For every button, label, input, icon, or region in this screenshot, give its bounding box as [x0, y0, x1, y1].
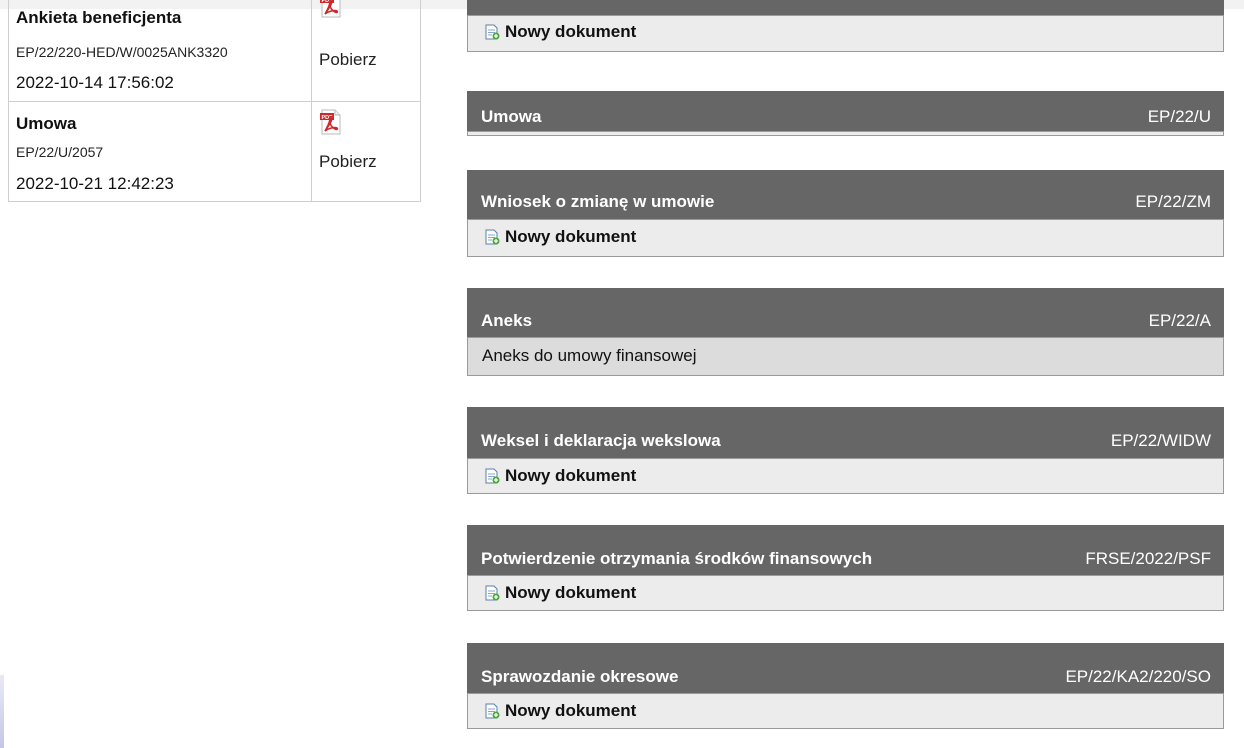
category-section: Sprawozdanie okresowe EP/22/KA2/220/SO N…	[467, 643, 1224, 729]
category-title: Aneks	[481, 311, 533, 330]
new-document-icon	[485, 229, 500, 245]
document-date: 2022-10-14 17:56:02	[16, 73, 174, 92]
new-document-link[interactable]: Nowy dokument	[484, 701, 636, 721]
category-code: EP/22/U	[1147, 107, 1211, 126]
category-code: FRSE/2022/PSF	[1085, 549, 1211, 568]
category-header: Potwierdzenie otrzymania środków finanso…	[467, 525, 1224, 575]
category-code: EP/22/WIDW	[1110, 431, 1211, 450]
category-title: Wniosek o zmianę w umowie	[481, 192, 715, 211]
new-document-link[interactable]: Nowy dokument	[484, 227, 636, 247]
category-section: Nowy dokument	[467, 0, 1224, 52]
category-title: Umowa	[481, 107, 542, 126]
pdf-file-icon[interactable]: PDF	[320, 109, 342, 135]
category-code: EP/22/ZM	[1135, 192, 1211, 211]
category-header: Aneks EP/22/A	[467, 288, 1224, 337]
category-body: Nowy dokument	[467, 458, 1224, 494]
new-document-label[interactable]: Nowy dokument	[505, 227, 636, 247]
new-document-label[interactable]: Nowy dokument	[505, 583, 636, 603]
category-section: Wniosek o zmianę w umowie EP/22/ZM Nowy …	[467, 170, 1224, 257]
new-document-link[interactable]: Nowy dokument	[484, 22, 636, 42]
category-header	[467, 0, 1224, 15]
document-number: EP/22/220-HED/W/0025ANK3320	[16, 44, 228, 60]
category-item-label[interactable]: Aneks do umowy finansowej	[482, 346, 697, 366]
category-header: Sprawozdanie okresowe EP/22/KA2/220/SO	[467, 643, 1224, 693]
new-document-label[interactable]: Nowy dokument	[505, 466, 636, 486]
new-document-icon	[485, 585, 500, 601]
document-info-cell: Umowa EP/22/U/2057 2022-10-21 12:42:23	[9, 102, 312, 201]
document-download-cell[interactable]: PDF Pobierz	[312, 0, 420, 101]
left-edge-accent	[0, 675, 4, 748]
documents-table: Ankieta beneficjenta EP/22/220-HED/W/002…	[8, 0, 421, 202]
new-document-icon	[485, 703, 500, 719]
document-row: Ankieta beneficjenta EP/22/220-HED/W/002…	[9, 0, 420, 102]
download-link[interactable]: Pobierz	[319, 50, 377, 70]
document-download-cell[interactable]: PDF Pobierz	[312, 102, 420, 201]
new-document-link[interactable]: Nowy dokument	[484, 466, 636, 486]
category-body: Nowy dokument	[467, 693, 1224, 729]
document-title: Umowa	[16, 114, 77, 133]
document-info-cell: Ankieta beneficjenta EP/22/220-HED/W/002…	[9, 0, 312, 101]
category-body	[467, 131, 1224, 136]
category-title: Sprawozdanie okresowe	[481, 667, 679, 686]
category-section: Umowa EP/22/U	[467, 91, 1224, 136]
document-number: EP/22/U/2057	[16, 144, 104, 160]
new-document-icon	[485, 468, 500, 484]
new-document-link[interactable]: Nowy dokument	[484, 583, 636, 603]
new-document-icon	[485, 24, 500, 40]
document-date: 2022-10-21 12:42:23	[16, 174, 174, 193]
document-row: Umowa EP/22/U/2057 2022-10-21 12:42:23 P…	[9, 102, 420, 201]
category-section: Potwierdzenie otrzymania środków finanso…	[467, 525, 1224, 611]
category-title: Potwierdzenie otrzymania środków finanso…	[481, 549, 873, 568]
document-title: Ankieta beneficjenta	[16, 8, 182, 27]
category-body: Aneks do umowy finansowej	[467, 337, 1224, 376]
category-code: EP/22/A	[1148, 311, 1211, 330]
category-section: Aneks EP/22/A Aneks do umowy finansowej	[467, 288, 1224, 376]
category-code: EP/22/KA2/220/SO	[1065, 667, 1211, 686]
category-header: Umowa EP/22/U	[467, 91, 1224, 131]
category-body: Nowy dokument	[467, 575, 1224, 611]
download-link[interactable]: Pobierz	[319, 152, 377, 172]
new-document-label[interactable]: Nowy dokument	[505, 22, 636, 42]
category-header: Weksel i deklaracja wekslowa EP/22/WIDW	[467, 407, 1224, 458]
new-document-label[interactable]: Nowy dokument	[505, 701, 636, 721]
category-header: Wniosek o zmianę w umowie EP/22/ZM	[467, 170, 1224, 219]
pdf-file-icon[interactable]: PDF	[320, 0, 342, 18]
category-title: Weksel i deklaracja wekslowa	[481, 431, 721, 450]
category-section: Weksel i deklaracja wekslowa EP/22/WIDW …	[467, 407, 1224, 494]
category-body: Nowy dokument	[467, 219, 1224, 257]
category-body: Nowy dokument	[467, 15, 1224, 52]
